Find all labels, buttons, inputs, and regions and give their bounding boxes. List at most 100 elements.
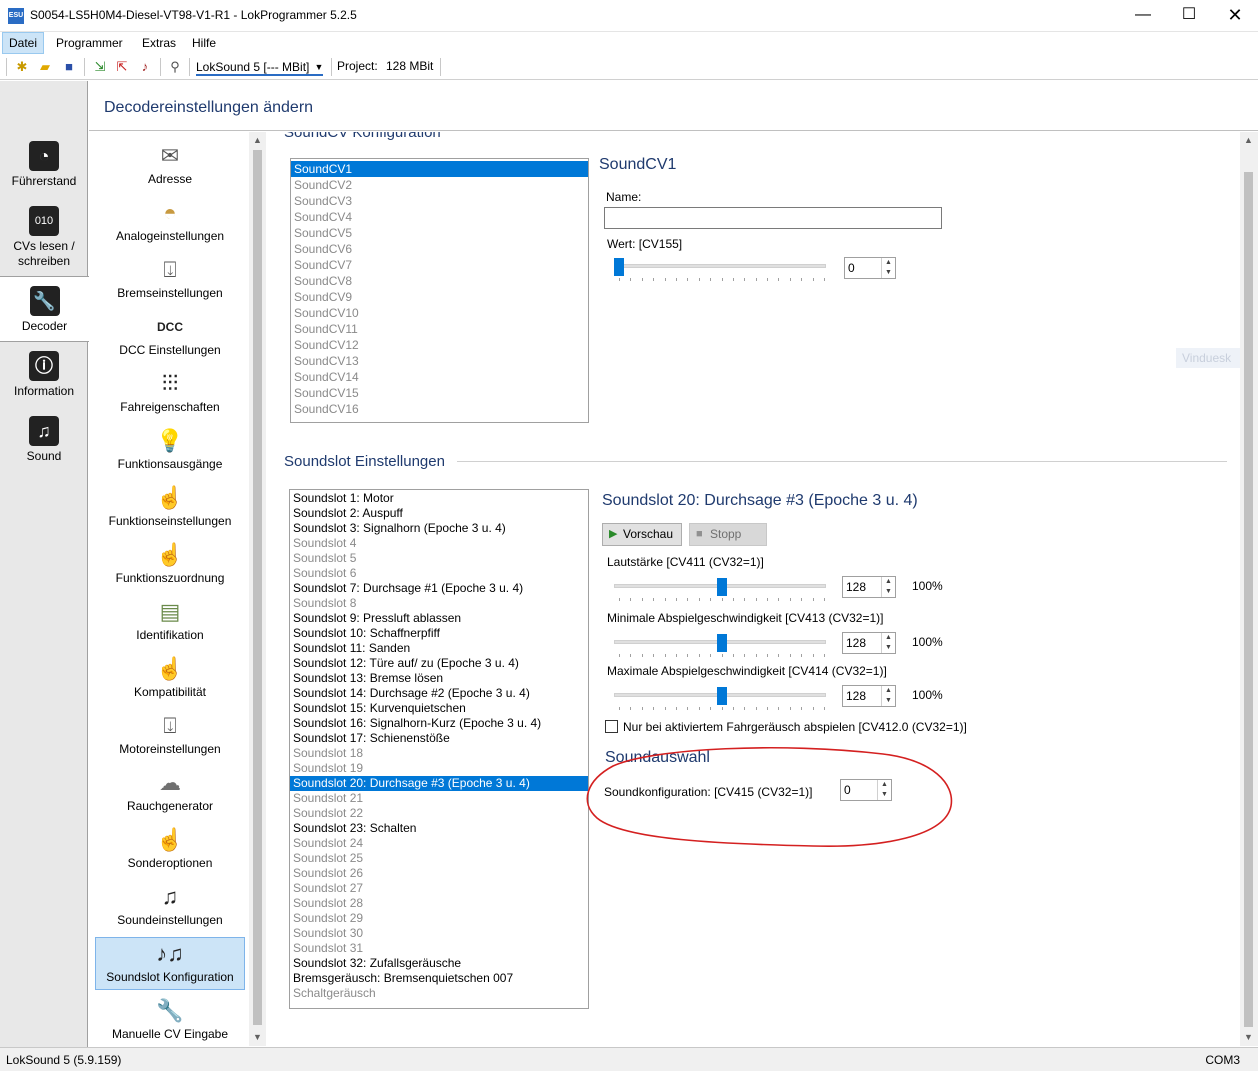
category-identifikation[interactable]: ▤ Identifikation	[95, 598, 245, 642]
save-icon[interactable]: ■	[61, 59, 77, 75]
category-motoreinstellungen[interactable]: ⍗ Motoreinstellungen	[95, 712, 245, 756]
soundslot-list-item[interactable]: Soundslot 12: Türe auf/ zu (Epoche 3 u. …	[290, 656, 588, 671]
soundslot-list-item[interactable]: Bremsgeräusch: Bremsenquietschen 007	[290, 971, 588, 986]
soundslot-list-item[interactable]: Soundslot 8	[290, 596, 588, 611]
maximize-button[interactable]: ☐	[1166, 0, 1212, 32]
spin-down-icon[interactable]: ▼	[882, 587, 895, 597]
menu-extras[interactable]: Extras	[136, 32, 182, 54]
soundslot-list-item[interactable]: Soundslot 31	[290, 941, 588, 956]
soundslot-list-item[interactable]: Soundslot 17: Schienenstöße	[290, 731, 588, 746]
soundcv-list-item[interactable]: SoundCV12	[291, 337, 588, 353]
wert-spinbox[interactable]: 0 ▲ ▼	[844, 257, 896, 279]
soundcv-list-item[interactable]: SoundCV8	[291, 273, 588, 289]
soundcv-list-item[interactable]: SoundCV7	[291, 257, 588, 273]
soundcv-list-item[interactable]: SoundCV11	[291, 321, 588, 337]
content-scrollbar[interactable]: ▲ ▼	[1240, 132, 1258, 1046]
wert-slider-track[interactable]	[614, 264, 826, 268]
category-analogeinstellungen[interactable]: ◓ Analogeinstellungen	[95, 199, 245, 243]
close-button[interactable]: ✕	[1212, 0, 1258, 32]
nav-sound[interactable]: ♫ Sound	[0, 416, 88, 464]
category-soundslot-konfiguration[interactable]: ♪♫ Soundslot Konfiguration	[95, 937, 245, 990]
soundcv-list-item[interactable]: SoundCV6	[291, 241, 588, 257]
soundslot-list-item[interactable]: Soundslot 6	[290, 566, 588, 581]
category-scrollbar[interactable]: ▲ ▼	[249, 132, 266, 1046]
scrollbar-thumb[interactable]	[1244, 172, 1253, 1027]
soundslot-list-item[interactable]: Soundslot 4	[290, 536, 588, 551]
scroll-down-icon[interactable]: ▼	[1240, 1029, 1257, 1046]
soundslot-list-item[interactable]: Schaltgeräusch	[290, 986, 588, 1001]
scroll-up-icon[interactable]: ▲	[1240, 132, 1257, 149]
write-decoder-icon[interactable]: ⇱	[114, 59, 130, 75]
soundslot-list-item[interactable]: Soundslot 16: Signalhorn-Kurz (Epoche 3 …	[290, 716, 588, 731]
preview-button[interactable]: ▶ Vorschau	[602, 523, 682, 546]
slider-spinbox[interactable]: 128 ▲ ▼	[842, 576, 896, 598]
menu-datei[interactable]: Datei	[2, 32, 45, 54]
soundcv-list-item[interactable]: SoundCV15	[291, 385, 588, 401]
spin-up-icon[interactable]: ▲	[882, 686, 895, 696]
soundslot-list-item[interactable]: Soundslot 29	[290, 911, 588, 926]
soundslot-list-item[interactable]: Soundslot 9: Pressluft ablassen	[290, 611, 588, 626]
category-bremseinstellungen[interactable]: ⍗ Bremseinstellungen	[95, 256, 245, 300]
soundslot-list-item[interactable]: Soundslot 22	[290, 806, 588, 821]
soundslot-list-item[interactable]: Soundslot 28	[290, 896, 588, 911]
play-only-with-drive-sound-checkbox[interactable]	[605, 720, 618, 733]
category-sonderoptionen[interactable]: ☝ Sonderoptionen	[95, 826, 245, 870]
soundslot-list-item[interactable]: Soundslot 14: Durchsage #2 (Epoche 3 u. …	[290, 686, 588, 701]
soundcv-list-item[interactable]: SoundCV3	[291, 193, 588, 209]
soundcv-list-item[interactable]: SoundCV5	[291, 225, 588, 241]
spin-up-icon[interactable]: ▲	[882, 258, 895, 268]
soundcv-list-item[interactable]: SoundCV13	[291, 353, 588, 369]
soundslot-list-item[interactable]: Soundslot 20: Durchsage #3 (Epoche 3 u. …	[290, 776, 588, 791]
soundcv-list-item[interactable]: SoundCV9	[291, 289, 588, 305]
soundslot-list-item[interactable]: Soundslot 2: Auspuff	[290, 506, 588, 521]
spin-down-icon[interactable]: ▼	[882, 643, 895, 653]
tool-icon[interactable]: ⚲	[167, 59, 183, 75]
soundslot-list-item[interactable]: Soundslot 1: Motor	[290, 491, 588, 506]
nav-information[interactable]: ⓘ Information	[0, 351, 88, 399]
read-decoder-icon[interactable]: ⇲	[92, 59, 108, 75]
soundslot-list-item[interactable]: Soundslot 26	[290, 866, 588, 881]
spin-down-icon[interactable]: ▼	[882, 696, 895, 706]
slider-spinbox[interactable]: 128 ▲ ▼	[842, 632, 896, 654]
category-funktionseinstellungen[interactable]: ☝ Funktionseinstellungen	[95, 484, 245, 528]
spin-up-icon[interactable]: ▲	[882, 577, 895, 587]
nav-decoder[interactable]: 🔧 Decoder	[0, 276, 89, 342]
category-dcc-einstellungen[interactable]: DCC DCC Einstellungen	[95, 313, 245, 357]
category-funktionszuordnung[interactable]: ☝ Funktionszuordnung	[95, 541, 245, 585]
soundslot-list-item[interactable]: Soundslot 21	[290, 791, 588, 806]
soundslot-list-item[interactable]: Soundslot 15: Kurvenquietschen	[290, 701, 588, 716]
soundslot-list[interactable]: Soundslot 1: Motor Soundslot 2: Auspuff So…	[289, 489, 589, 1009]
write-sound-icon[interactable]: ♪	[137, 59, 153, 75]
nav-fuehrerstand[interactable]: ◔ Führerstand	[0, 141, 88, 189]
soundcv-list[interactable]: SoundCV1 SoundCV2 SoundCV3 SoundCV4 SoundCV5…	[290, 158, 589, 423]
minimize-button[interactable]: —	[1120, 0, 1166, 32]
category-manuelle-cv-eingabe[interactable]: 🔧 Manuelle CV Eingabe	[95, 997, 245, 1041]
scrollbar-thumb[interactable]	[253, 150, 262, 1025]
category-kompatibilitaet[interactable]: ☝ Kompatibilität	[95, 655, 245, 699]
soundslot-list-item[interactable]: Soundslot 5	[290, 551, 588, 566]
soundcv-list-item[interactable]: SoundCV4	[291, 209, 588, 225]
category-funktionsausgaenge[interactable]: 💡 Funktionsausgänge	[95, 427, 245, 471]
soundcv-list-item[interactable]: SoundCV10	[291, 305, 588, 321]
scroll-down-icon[interactable]: ▼	[249, 1029, 266, 1046]
soundcv-list-item[interactable]: SoundCV2	[291, 177, 588, 193]
category-adresse[interactable]: ✉ Adresse	[95, 142, 245, 186]
category-rauchgenerator[interactable]: ☁ Rauchgenerator	[95, 769, 245, 813]
soundslot-list-item[interactable]: Soundslot 24	[290, 836, 588, 851]
wert-slider-thumb[interactable]	[614, 258, 624, 276]
soundslot-list-item[interactable]: Soundslot 7: Durchsage #1 (Epoche 3 u. 4…	[290, 581, 588, 596]
soundslot-list-item[interactable]: Soundslot 27	[290, 881, 588, 896]
menu-hilfe[interactable]: Hilfe	[186, 32, 222, 54]
soundslot-list-item[interactable]: Soundslot 32: Zufallsgeräusche	[290, 956, 588, 971]
category-fahreigenschaften[interactable]: ⫶⫶⫶ Fahreigenschaften	[95, 370, 245, 414]
soundslot-list-item[interactable]: Soundslot 19	[290, 761, 588, 776]
soundcv-list-item[interactable]: SoundCV14	[291, 369, 588, 385]
scroll-up-icon[interactable]: ▲	[249, 132, 266, 149]
nav-cvs-lesen-schreiben[interactable]: 010 CVs lesen / schreiben	[0, 206, 88, 269]
soundslot-list-item[interactable]: Soundslot 23: Schalten	[290, 821, 588, 836]
open-folder-icon[interactable]: ▰	[37, 59, 53, 75]
stop-button[interactable]: ■ Stopp	[689, 523, 767, 546]
soundslot-list-item[interactable]: Soundslot 13: Bremse lösen	[290, 671, 588, 686]
soundslot-list-item[interactable]: Soundslot 10: Schaffnerpfiff	[290, 626, 588, 641]
spin-down-icon[interactable]: ▼	[882, 268, 895, 278]
